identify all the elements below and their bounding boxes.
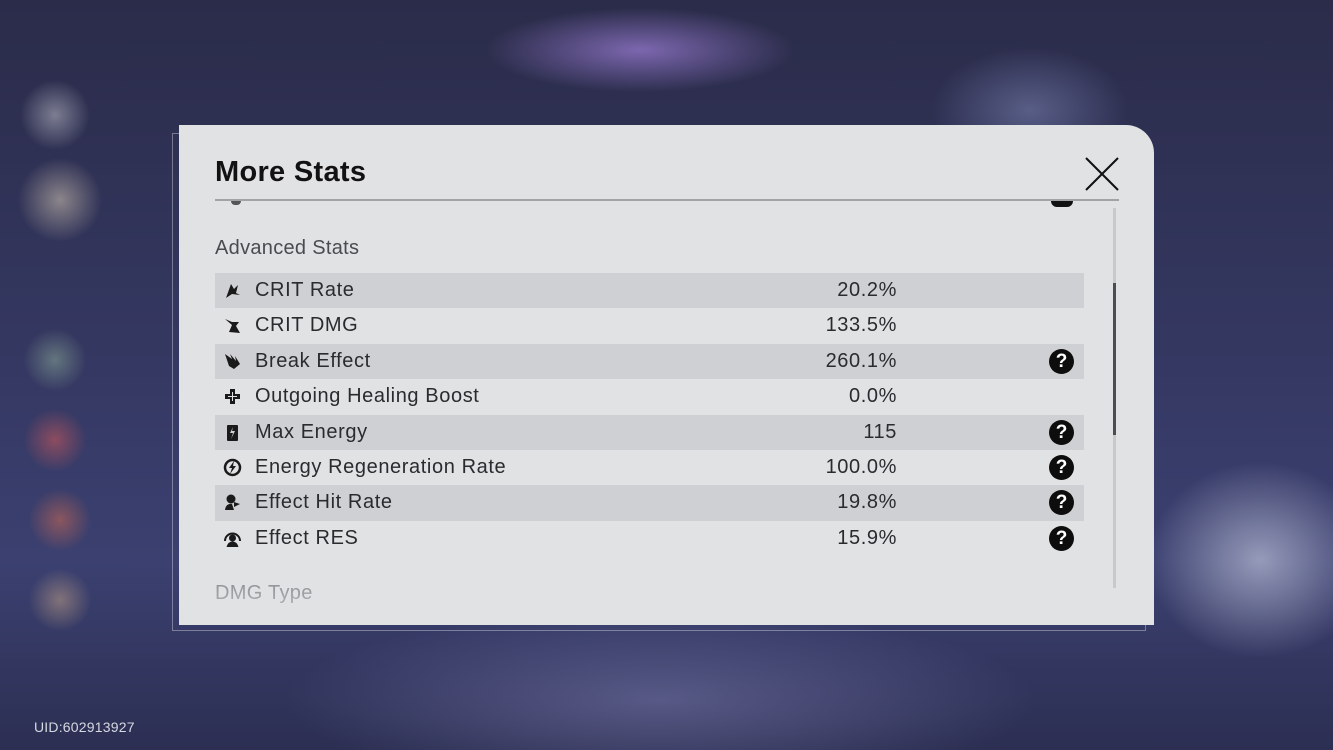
stat-row-crit-rate: CRIT Rate 20.2% — [215, 273, 1084, 309]
stat-label: Max Energy — [255, 420, 368, 443]
crit-rate-icon — [223, 281, 242, 300]
stat-row-effect-res: Effect RES 15.9% ? — [215, 521, 1084, 556]
help-icon[interactable]: ? — [1049, 419, 1074, 445]
stat-value: 15.9% — [837, 526, 897, 549]
energy-regen-icon — [223, 458, 242, 477]
effect-res-icon — [223, 529, 242, 548]
help-icon[interactable]: ? — [1049, 454, 1074, 480]
stat-label: CRIT DMG — [255, 314, 359, 337]
healing-boost-icon — [223, 387, 242, 406]
stat-value: 133.5% — [825, 314, 897, 337]
help-icon[interactable]: ? — [1049, 525, 1074, 551]
stat-row-healing-boost: Outgoing Healing Boost 0.0% — [215, 379, 1084, 414]
stat-row-break-effect: Break Effect 260.1% ? — [215, 343, 1084, 380]
stat-label: Effect Hit Rate — [255, 491, 393, 514]
stat-value: 260.1% — [825, 349, 897, 372]
stat-value: 20.2% — [837, 279, 897, 301]
stat-label: Effect RES — [255, 526, 359, 549]
stat-label: Energy Regeneration Rate — [255, 455, 507, 478]
scrolled-help-icon — [1051, 201, 1073, 207]
scrollbar-thumb[interactable] — [1113, 283, 1116, 435]
close-x-icon — [1085, 157, 1119, 191]
crit-dmg-icon — [223, 316, 242, 335]
max-energy-icon — [223, 423, 242, 442]
scroll-fade — [179, 565, 1154, 625]
stat-value: 115 — [863, 420, 897, 443]
help-icon[interactable]: ? — [1049, 348, 1074, 374]
more-stats-panel: More Stats Advanced Stats CRIT Rate 20.2… — [179, 125, 1154, 625]
scrolled-row-icon — [231, 201, 241, 205]
help-icon[interactable]: ? — [1049, 490, 1074, 516]
stat-value: 100.0% — [825, 455, 897, 478]
stat-row-energy-regen: Energy Regeneration Rate 100.0% ? — [215, 450, 1084, 485]
section-title-dmg-type: DMG Type — [215, 582, 313, 604]
section-title: Advanced Stats — [215, 237, 360, 259]
stat-label: Break Effect — [255, 349, 371, 372]
stat-value: 0.0% — [849, 385, 897, 408]
stats-list: CRIT Rate 20.2% CRIT DMG 133.5% Break Ef… — [215, 273, 1084, 556]
close-button[interactable] — [1083, 155, 1121, 193]
stat-row-crit-dmg: CRIT DMG 133.5% — [215, 308, 1084, 343]
stat-label: CRIT Rate — [255, 279, 355, 301]
uid-label: UID:602913927 — [34, 719, 135, 735]
panel-title: More Stats — [215, 156, 367, 188]
header-divider — [215, 199, 1119, 201]
break-effect-icon — [223, 352, 242, 371]
stat-row-max-energy: Max Energy 115 ? — [215, 414, 1084, 450]
stat-row-effect-hit-rate: Effect Hit Rate 19.8% ? — [215, 485, 1084, 521]
effect-hit-rate-icon — [223, 493, 242, 512]
stat-label: Outgoing Healing Boost — [255, 385, 480, 408]
stat-value: 19.8% — [837, 491, 897, 514]
